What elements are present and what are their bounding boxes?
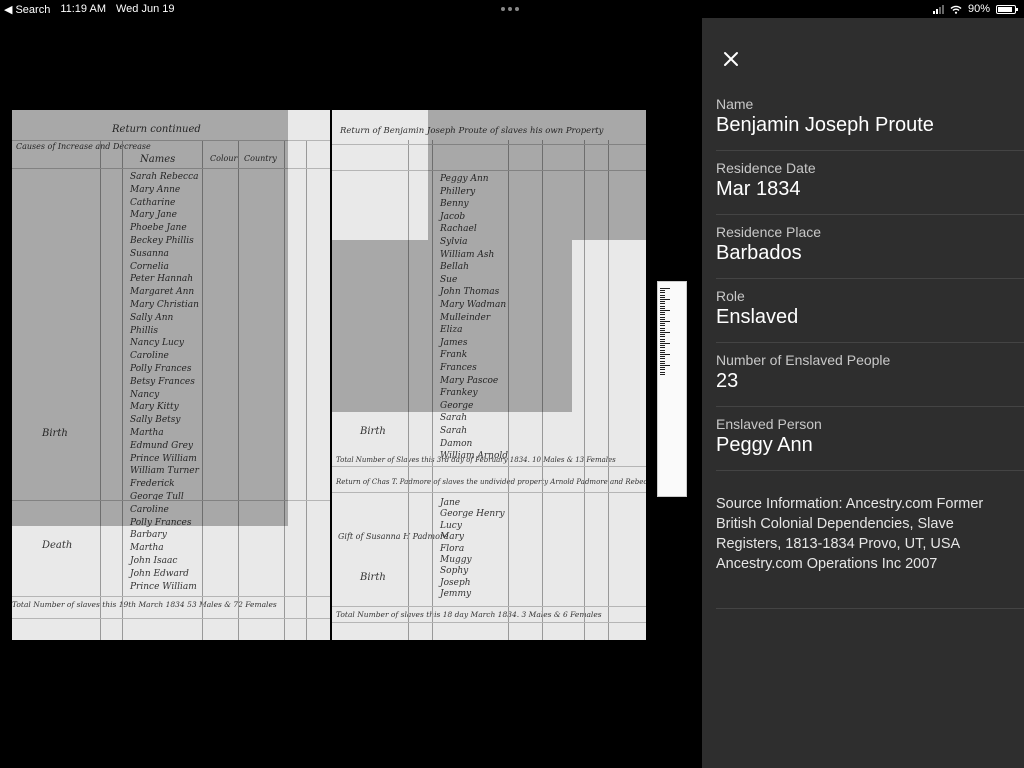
scale-tick [660,365,670,366]
field-label: Role [716,288,745,304]
microfilm-scale-strip [657,281,687,497]
scale-tick [660,288,670,289]
register-entry-name: Flora [440,543,465,554]
scale-tick [660,294,665,296]
right-birth-label-2: Birth [360,572,386,583]
field-value: Peggy Ann [716,434,813,456]
register-entry-name: Lucy [440,520,462,531]
scale-tick [660,349,665,351]
scale-tick [660,369,665,371]
register-entry-name: Joseph [440,577,471,588]
divider [716,608,1024,609]
battery-percent: 90% [967,3,990,15]
multitasking-dots-icon[interactable] [501,7,519,11]
battery-icon [996,4,1018,14]
field-label: Residence Place [716,224,822,240]
field-enslaved-person: Enslaved Person Peggy Ann [716,408,1024,471]
scale-tick [660,327,665,329]
cellular-signal-icon [932,4,944,14]
register-entry-name: Damon [440,438,473,449]
register-page-right: Return of Benjamin Joseph Proute of slav… [332,110,646,640]
scale-tick [660,332,670,333]
register-entry-name: Sophy [440,566,469,577]
scale-tick [660,345,665,347]
scale-tick [660,292,665,294]
register-entry-name: Martha [130,543,164,554]
scale-tick [660,356,665,358]
scale-tick [660,321,670,322]
field-residence-date: Residence Date Mar 1834 [716,152,1024,215]
scale-tick [660,323,665,325]
register-entry-name: Barbary [130,530,167,541]
back-to-search-link[interactable]: ◀ Search [4,3,51,17]
scale-tick [660,334,665,336]
register-entry-name: George Henry [440,509,505,520]
scale-tick [660,329,665,331]
register-entry-name: Jane [440,498,461,508]
right-heading-2: Return of Chas T. Padmore of slaves the … [336,478,646,486]
scale-tick [660,325,665,327]
field-value: Enslaved [716,306,799,328]
field-number-enslaved: Number of Enslaved People 23 [716,344,1024,407]
register-entry-name: Jemmy [440,589,472,600]
register-entry-name: Muggy [440,555,472,565]
scale-tick [660,358,665,360]
right-total-line-1: Total Number of Slaves this 3rd day of F… [336,456,616,464]
scale-tick [660,362,665,364]
scale-tick [660,305,665,307]
field-label: Name [716,96,754,112]
field-role: Role Enslaved [716,280,1024,343]
record-details-panel: Name Benjamin Joseph Proute Residence Da… [702,18,1024,768]
back-label: Search [15,3,51,16]
left-death-label: Death [42,540,73,551]
field-value: Barbados [716,242,802,264]
scale-tick [660,336,665,338]
scale-tick [660,290,665,292]
scale-tick [660,316,665,318]
scale-tick [660,301,665,303]
scale-tick [660,351,665,353]
source-information: Source Information: Ancestry.com Former … [716,496,984,572]
scale-tick [660,347,665,349]
register-page-left: Return continued Causes of Increase and … [12,110,330,640]
record-image-viewer[interactable]: Return continued Causes of Increase and … [0,18,702,768]
field-label: Residence Date [716,160,816,176]
scale-tick [660,367,665,369]
right-birth-label: Birth [360,426,386,437]
scale-tick [660,310,670,311]
scale-tick [660,296,665,298]
field-label: Enslaved Person [716,416,822,432]
register-entry-name: Sarah [440,413,467,424]
scale-tick [660,299,670,300]
register-entry-name: Prince William [130,581,197,592]
status-time: 11:19 AM [60,3,106,15]
scale-tick [660,371,665,373]
field-value: Mar 1834 [716,178,801,200]
scale-tick [660,340,665,342]
register-entry-name: John Isaac [130,556,178,566]
scale-tick [660,314,665,316]
scale-tick [660,338,665,340]
status-date: Wed Jun 19 [116,3,175,15]
status-bar: ◀ Search 11:19 AM Wed Jun 19 90% [0,0,1024,18]
wifi-icon [950,5,962,14]
field-residence-place: Residence Place Barbados [716,216,1024,279]
scale-tick [660,343,670,344]
scale-tick [660,373,665,375]
scale-tick [660,303,665,305]
field-value: Benjamin Joseph Proute [716,114,934,136]
scale-tick [660,318,665,320]
field-name: Name Benjamin Joseph Proute [716,88,1024,151]
field-label: Number of Enslaved People [716,352,891,368]
field-value: 23 [716,370,739,392]
close-icon[interactable] [720,48,742,70]
scale-tick [660,354,670,355]
right-total-line-2: Total Number of slaves this 18 day March… [336,610,602,619]
register-entry-name: Sarah [440,426,467,436]
scale-tick [660,307,665,309]
back-arrow-icon: ◀ [4,4,13,16]
scale-tick [660,360,665,362]
register-entry-name: John Edward [130,568,189,579]
scale-tick [660,312,665,314]
